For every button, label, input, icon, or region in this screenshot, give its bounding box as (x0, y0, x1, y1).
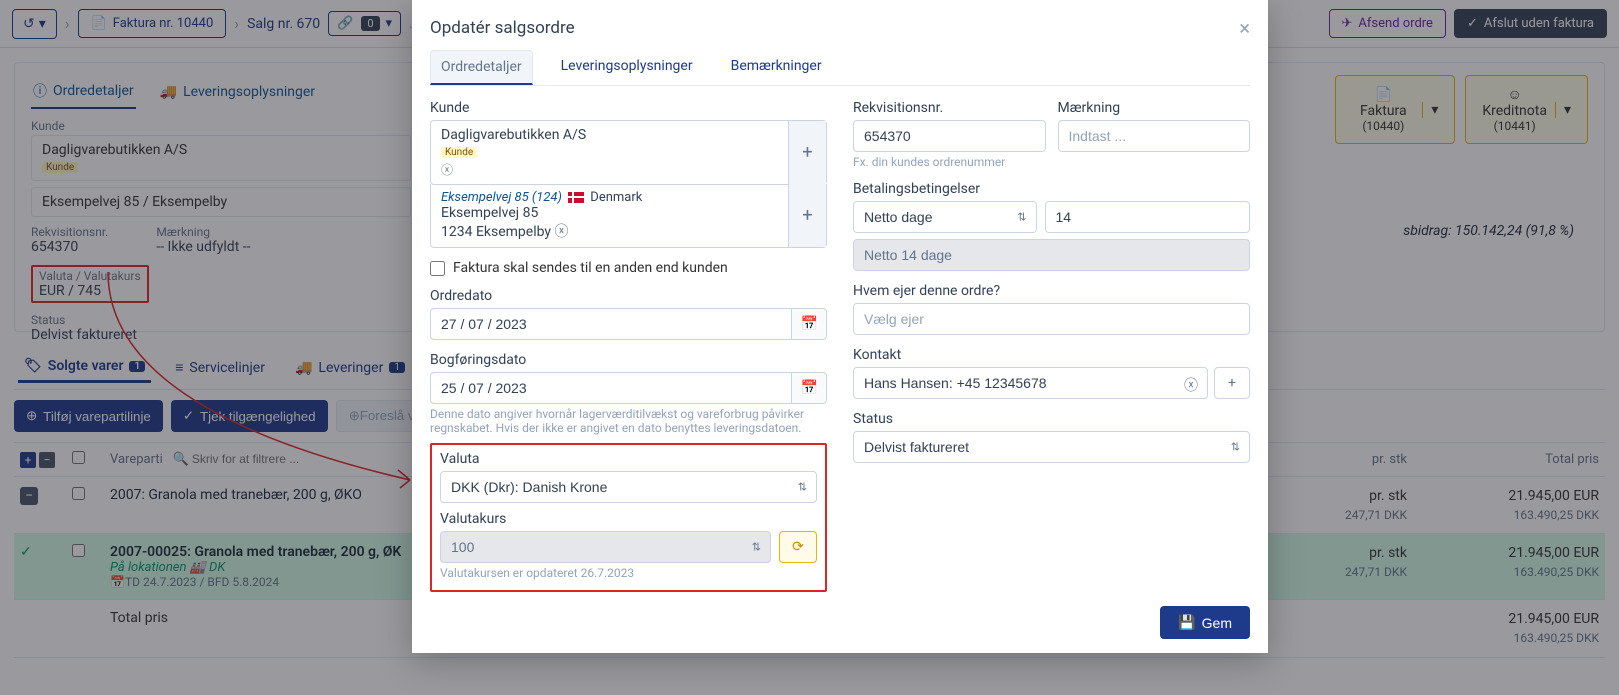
terms-type-select[interactable] (853, 201, 1037, 233)
posting-date-label: Bogføringsdato (430, 352, 827, 368)
rate-help: Valutakursen er opdateret 26.7.2023 (440, 566, 817, 580)
modal-tab-details[interactable]: Ordredetaljer (430, 50, 533, 85)
customer-name: Dagligvarebutikken A/S (441, 127, 778, 143)
rate-label: Valutakurs (440, 511, 817, 527)
status-select[interactable] (853, 431, 1250, 463)
save-icon: 💾 (1178, 614, 1195, 631)
rate-input[interactable] (440, 531, 771, 563)
mark-field-label: Mærkning (1058, 100, 1251, 116)
close-icon[interactable]: × (1239, 16, 1250, 40)
add-contact-button[interactable]: + (1214, 367, 1250, 399)
terms-days-input[interactable] (1045, 201, 1251, 233)
currency-section-highlight: Valuta ⇅ Valutakurs ⇅ ⟳ Va (430, 443, 827, 592)
update-order-modal: Opdatér salgsordre × Ordredetaljer Lever… (412, 0, 1268, 653)
calendar-icon[interactable]: 📅 (792, 308, 827, 340)
order-date-label: Ordredato (430, 288, 827, 304)
status-field-label: Status (853, 411, 1250, 427)
req-input[interactable] (853, 120, 1046, 152)
addr-line3: 1234 Eksempelby (441, 224, 551, 240)
addr-line1: Eksempelvej 85 (124) (441, 190, 562, 205)
req-help: Fx. din kundes ordrenummer (853, 155, 1046, 169)
req-field-label: Rekvisitionsnr. (853, 100, 1046, 116)
currency-select[interactable] (440, 471, 817, 503)
posting-date-help: Denne dato angiver hvornår lagerværditil… (430, 407, 827, 435)
add-customer-button[interactable]: + (788, 121, 826, 184)
invoice-other-label: Faktura skal sendes til en anden end kun… (453, 260, 728, 276)
owner-label: Hvem ejer denne ordre? (853, 283, 1250, 299)
save-button[interactable]: 💾Gem (1160, 606, 1250, 639)
terms-label: Betalingsbetingelser (853, 181, 1250, 197)
invoice-other-checkbox[interactable] (430, 261, 445, 276)
modal-title: Opdatér salgsordre (430, 18, 575, 38)
contact-input[interactable] (853, 367, 1208, 399)
modal-tab-notes[interactable]: Bemærkninger (721, 50, 832, 85)
owner-select[interactable] (853, 303, 1250, 335)
posting-date-input[interactable] (430, 372, 792, 404)
addr-line2: Eksempelvej 85 (441, 205, 778, 221)
flag-dk-icon (568, 192, 584, 203)
customer-card: Dagligvarebutikken A/S Kunde ⓧ + (430, 120, 827, 185)
order-date-input[interactable] (430, 308, 792, 340)
refresh-rate-button[interactable]: ⟳ (779, 531, 817, 563)
customer-badge: Kunde (441, 147, 477, 158)
address-card: Eksempelvej 85 (124) Denmark Eksempelvej… (430, 184, 827, 248)
modal-tab-delivery[interactable]: Leveringsoplysninger (551, 50, 703, 85)
terms-display (853, 239, 1250, 271)
mark-input[interactable] (1058, 120, 1251, 152)
addr-country: Denmark (590, 190, 642, 205)
clear-customer-icon[interactable]: ⓧ (441, 161, 778, 178)
contact-label: Kontakt (853, 347, 1250, 363)
calendar-icon[interactable]: 📅 (792, 372, 827, 404)
customer-field-label: Kunde (430, 100, 827, 116)
add-address-button[interactable]: + (788, 184, 826, 247)
clear-address-icon[interactable]: ⓧ (555, 224, 569, 240)
clear-contact-icon[interactable]: ⓧ (1184, 375, 1198, 395)
currency-label: Valuta (440, 451, 817, 467)
